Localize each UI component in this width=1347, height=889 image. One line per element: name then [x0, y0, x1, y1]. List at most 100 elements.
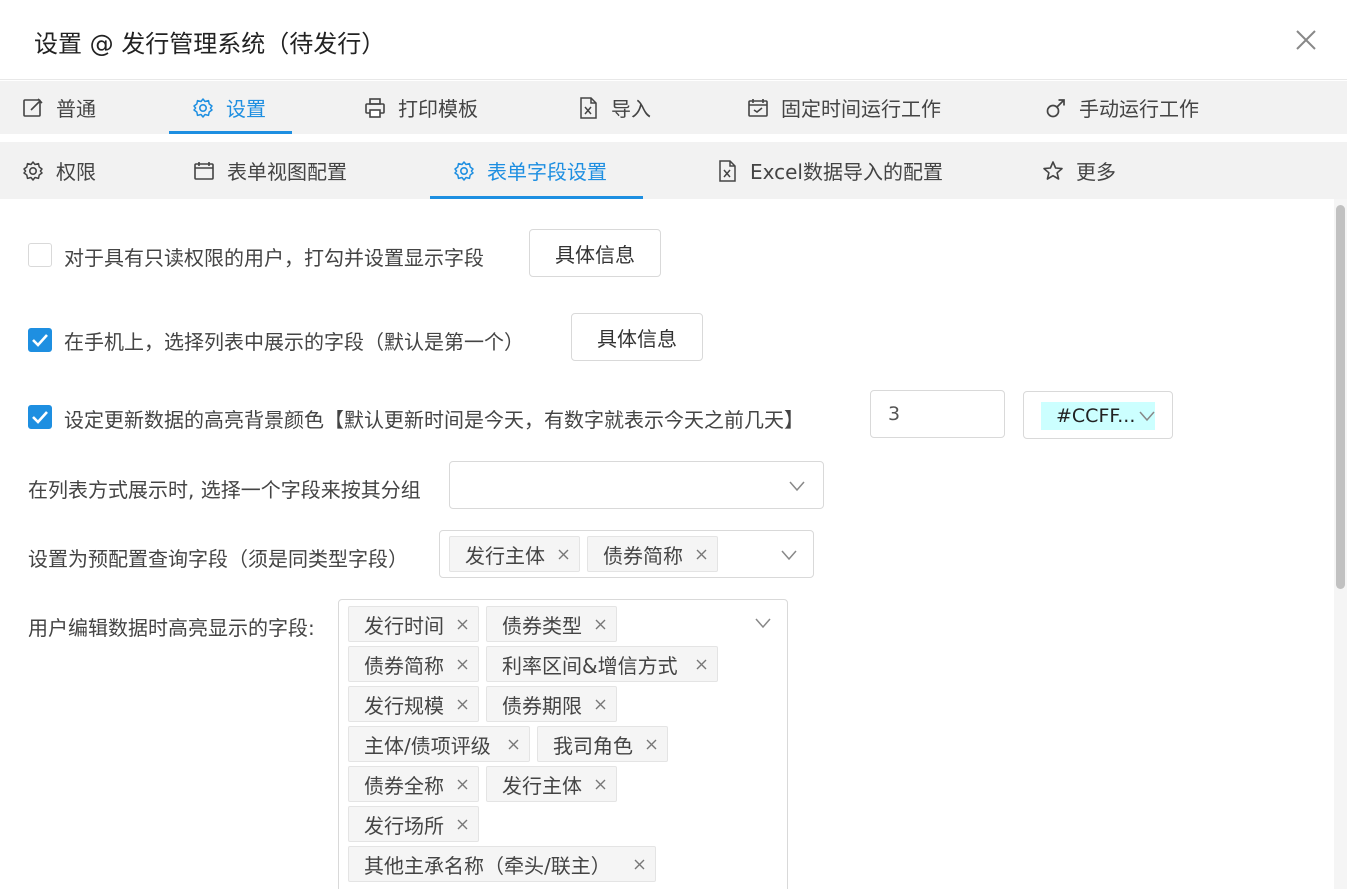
tab-label: 导入 — [611, 97, 651, 121]
highlight-color-select[interactable]: #CCFF... — [1023, 391, 1173, 439]
tab-import[interactable]: 导入 — [577, 81, 651, 134]
remove-tag-icon[interactable] — [457, 619, 468, 630]
excel-file-icon — [719, 159, 736, 182]
tab-form-field-settings[interactable]: 表单字段设置 — [430, 142, 643, 199]
vertical-scrollbar[interactable] — [1334, 199, 1347, 889]
tab-permissions[interactable]: 权限 — [22, 142, 96, 199]
tab-form-view-config[interactable]: 表单视图配置 — [193, 142, 347, 199]
scrollbar-thumb[interactable] — [1336, 205, 1345, 589]
tag-label: 债券全称 — [364, 773, 444, 798]
remove-tag-icon[interactable] — [646, 739, 657, 750]
tab-label: 更多 — [1076, 160, 1116, 184]
tag-label: 我司角色 — [553, 733, 633, 758]
tab-scheduled-jobs[interactable]: 固定时间运行工作 — [747, 81, 941, 134]
tag-label: 债券类型 — [502, 613, 582, 638]
tab-bar-secondary: 权限 表单视图配置 表单字段设置 Excel数据导入的配置 更多 — [0, 142, 1347, 199]
chevron-down-icon — [781, 550, 797, 561]
edit-icon — [23, 97, 43, 117]
selected-tag: 发行主体 — [486, 766, 617, 802]
tab-more[interactable]: 更多 — [1042, 142, 1116, 199]
calendar-icon — [194, 161, 214, 180]
tag-label: 利率区间&增信方式 — [502, 653, 678, 678]
remove-tag-icon[interactable] — [457, 819, 468, 830]
selected-tag: 发行时间 — [348, 606, 479, 642]
preset-query-label: 设置为预配置查询字段（须是同类型字段） — [28, 547, 408, 571]
mobile-fields-details-button[interactable]: 具体信息 — [571, 313, 703, 361]
close-icon[interactable] — [1292, 26, 1320, 54]
gear-icon — [193, 97, 213, 118]
selected-tag: 发行主体 — [449, 536, 580, 572]
selected-tag: 发行场所 — [348, 806, 479, 842]
mobile-fields-label: 在手机上，选择列表中展示的字段（默认是第一个） — [64, 330, 524, 354]
tab-print-template[interactable]: 打印模板 — [364, 81, 478, 134]
calendar-clock-icon — [748, 98, 768, 117]
selected-tag: 我司角色 — [537, 726, 668, 762]
tag-label: 发行规模 — [364, 693, 444, 718]
mobile-fields-checkbox[interactable] — [28, 328, 52, 352]
selected-tag: 债券全称 — [348, 766, 479, 802]
excel-file-icon — [580, 96, 597, 119]
readonly-fields-label: 对于具有只读权限的用户，打勾并设置显示字段 — [64, 246, 484, 270]
tab-general[interactable]: 普通 — [22, 81, 96, 134]
tab-label: 固定时间运行工作 — [781, 97, 941, 121]
group-by-label: 在列表方式展示时, 选择一个字段来按其分组 — [28, 478, 421, 502]
readonly-fields-checkbox[interactable] — [28, 243, 52, 267]
tab-label: Excel数据导入的配置 — [750, 160, 943, 184]
remove-tag-icon[interactable] — [508, 739, 519, 750]
remove-tag-icon[interactable] — [457, 779, 468, 790]
selected-tag: 利率区间&增信方式 — [486, 646, 718, 682]
selected-tag: 其他主承名称（牵头/联主） — [348, 846, 656, 882]
tab-excel-import-config[interactable]: Excel数据导入的配置 — [716, 142, 943, 199]
highlight-color-checkbox[interactable] — [28, 405, 52, 429]
selected-tag: 债券简称 — [587, 536, 718, 572]
highlight-color-label: 设定更新数据的高亮背景颜色【默认更新时间是今天，有数字就表示今天之前几天】 — [64, 408, 804, 432]
tab-label: 权限 — [56, 160, 96, 184]
remove-tag-icon[interactable] — [634, 859, 645, 870]
selected-tag: 债券期限 — [486, 686, 617, 722]
remove-tag-icon[interactable] — [595, 619, 606, 630]
tag-label: 发行主体 — [465, 543, 545, 568]
remove-tag-icon[interactable] — [558, 549, 569, 560]
gear-icon — [23, 160, 43, 181]
chevron-down-icon — [789, 481, 805, 492]
tab-manual-jobs[interactable]: 手动运行工作 — [1045, 81, 1199, 134]
tag-label: 债券简称 — [364, 653, 444, 678]
checkmark-icon — [32, 334, 48, 347]
selected-tag: 发行规模 — [348, 686, 479, 722]
highlight-fields-label: 用户编辑数据时高亮显示的字段: — [28, 616, 315, 640]
tab-bar-primary: 普通 设置 打印模板 导入 固定时间运行工作 手动运行工作 — [0, 81, 1347, 138]
remove-tag-icon[interactable] — [595, 779, 606, 790]
tab-label: 表单字段设置 — [487, 160, 607, 184]
tab-label: 表单视图配置 — [227, 160, 347, 184]
readonly-fields-details-button[interactable]: 具体信息 — [529, 229, 661, 277]
highlight-fields-select[interactable]: 发行时间 债券类型 债券简称 利率区间&增信方式 发行规模 债券期限 主体/债项… — [338, 599, 788, 889]
preset-query-select[interactable]: 发行主体 债券简称 — [439, 530, 814, 578]
tab-label: 手动运行工作 — [1079, 97, 1199, 121]
chevron-down-icon — [755, 618, 771, 629]
tag-label: 其他主承名称（牵头/联主） — [364, 853, 611, 878]
remove-tag-icon[interactable] — [457, 659, 468, 670]
group-by-select[interactable] — [449, 461, 824, 509]
tag-label: 主体/债项评级 — [364, 733, 491, 758]
tab-settings[interactable]: 设置 — [169, 81, 292, 134]
tag-label: 发行时间 — [364, 613, 444, 638]
remove-tag-icon[interactable] — [696, 659, 707, 670]
tag-label: 债券简称 — [603, 543, 683, 568]
tab-label: 普通 — [56, 97, 96, 121]
dialog-titlebar: 设置 @ 发行管理系统（待发行） — [0, 0, 1347, 80]
chevron-down-icon — [1139, 411, 1155, 422]
dialog-title: 设置 @ 发行管理系统（待发行） — [34, 30, 386, 58]
remove-tag-icon[interactable] — [696, 549, 707, 560]
highlight-days-input[interactable]: 3 — [870, 390, 1005, 438]
remove-tag-icon[interactable] — [595, 699, 606, 710]
tag-label: 发行主体 — [502, 773, 582, 798]
remove-tag-icon[interactable] — [457, 699, 468, 710]
checkmark-icon — [32, 411, 48, 424]
selected-tag: 债券类型 — [486, 606, 617, 642]
settings-panel: 对于具有只读权限的用户，打勾并设置显示字段 具体信息 在手机上，选择列表中展示的… — [0, 199, 1334, 889]
male-icon — [1046, 98, 1065, 117]
printer-icon — [365, 97, 385, 118]
gear-icon — [454, 160, 474, 181]
tab-label: 设置 — [226, 97, 266, 121]
selected-tag: 债券简称 — [348, 646, 479, 682]
